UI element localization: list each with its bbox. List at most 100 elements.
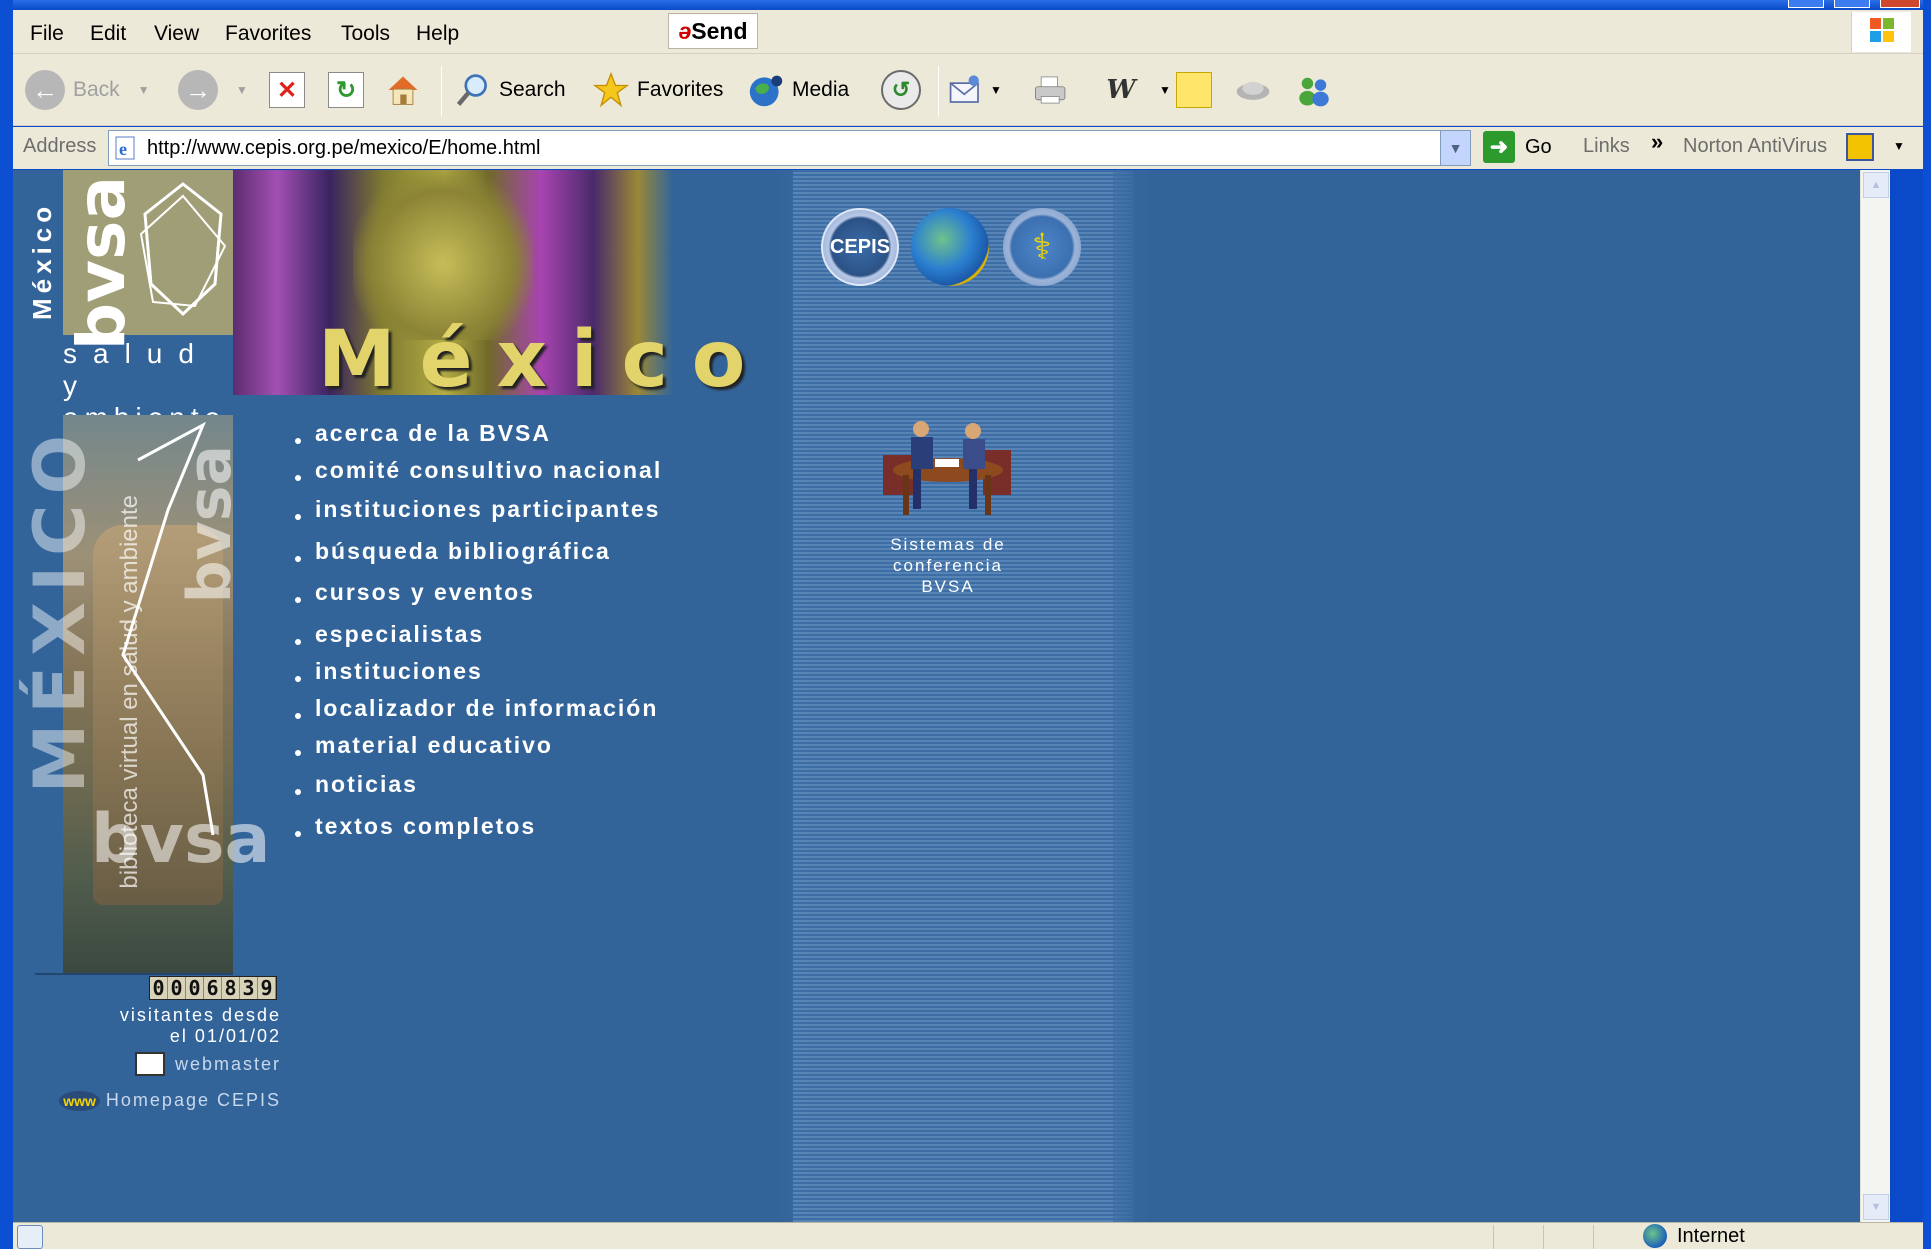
address-field[interactable]: e http://www.cepis.org.pe/mexico/E/home.…: [108, 130, 1471, 166]
nav-comite[interactable]: comité consultivo nacional: [295, 457, 662, 484]
history-button[interactable]: ↺: [881, 68, 921, 112]
nav-instituciones-participantes[interactable]: instituciones participantes: [295, 496, 660, 523]
decorative-stripe: [793, 170, 1133, 1222]
norton-antivirus-button[interactable]: Norton AntiVirus: [1683, 135, 1827, 158]
scroll-up-icon[interactable]: ▲: [1863, 172, 1889, 198]
nav-material[interactable]: material educativo: [295, 732, 553, 759]
conference-line1: Sistemas de: [890, 535, 1006, 554]
nav-noticias[interactable]: noticias: [295, 771, 418, 798]
menu-help[interactable]: Help: [416, 22, 459, 46]
bullet-icon: [295, 749, 301, 756]
menu-tools[interactable]: Tools: [341, 22, 390, 46]
conference-link[interactable]: Sistemas de conferencia BVSA: [868, 415, 1028, 597]
close-window-button[interactable]: [1880, 0, 1920, 8]
search-button[interactable]: Search: [455, 68, 566, 112]
nav-label[interactable]: especialistas: [315, 621, 484, 648]
svg-text:e: e: [119, 139, 127, 159]
toolbar-separator: [938, 66, 939, 116]
stripe-fade: [1113, 170, 1153, 1222]
nav-label[interactable]: acerca de la BVSA: [315, 420, 551, 447]
window-border-left: [0, 0, 13, 1249]
menu-favorites[interactable]: Favorites: [225, 22, 311, 46]
norton-dropdown-icon[interactable]: ▼: [1893, 139, 1905, 153]
banner-divider: [35, 973, 233, 975]
edit-dropdown-icon[interactable]: ▼: [1159, 83, 1171, 97]
go-button[interactable]: ➜ Go: [1483, 131, 1552, 163]
nav-label[interactable]: búsqueda bibliográfica: [315, 538, 611, 565]
minimize-button[interactable]: [1788, 0, 1824, 8]
nav-label[interactable]: localizador de información: [315, 695, 658, 722]
nav-label[interactable]: comité consultivo nacional: [315, 457, 662, 484]
send-button[interactable]: əSend: [668, 13, 758, 49]
bullet-icon: [295, 638, 301, 645]
address-url[interactable]: http://www.cepis.org.pe/mexico/E/home.ht…: [147, 137, 541, 160]
forward-button[interactable]: → ▼: [178, 68, 248, 112]
bullet-icon: [295, 437, 301, 444]
menu-file[interactable]: File: [30, 22, 64, 46]
cepis-seal-icon[interactable]: CEPIS: [821, 208, 899, 286]
scroll-down-icon[interactable]: ▼: [1863, 1194, 1889, 1220]
counter-digit: 0: [186, 977, 204, 999]
media-button[interactable]: Media: [748, 68, 849, 112]
home-button[interactable]: [385, 68, 421, 112]
messenger-button[interactable]: [1296, 68, 1332, 112]
nav-instituciones[interactable]: instituciones: [295, 658, 483, 685]
homepage-label[interactable]: Homepage CEPIS: [106, 1090, 281, 1111]
visitor-counter: 0006839: [149, 976, 277, 1000]
bullet-icon: [295, 596, 301, 603]
page-status-icon: [17, 1225, 43, 1249]
nav-label[interactable]: material educativo: [315, 732, 553, 759]
nav-cursos[interactable]: cursos y eventos: [295, 579, 535, 606]
address-dropdown-icon[interactable]: ▼: [1440, 131, 1470, 165]
tagline-line1: salud y: [63, 338, 210, 401]
search-label: Search: [499, 78, 566, 101]
back-button[interactable]: ← Back ▼: [25, 68, 150, 112]
links-button[interactable]: Links: [1583, 135, 1630, 158]
globe-seal-icon[interactable]: [911, 208, 989, 286]
favorites-button[interactable]: Favorites: [593, 68, 723, 112]
send-logo-icon: ə: [678, 18, 692, 44]
nav-label[interactable]: instituciones: [315, 658, 483, 685]
favorites-label: Favorites: [637, 78, 724, 101]
refresh-button[interactable]: ↻: [328, 68, 364, 112]
refresh-icon: ↻: [328, 72, 364, 108]
home-icon: [385, 72, 421, 108]
menu-edit[interactable]: Edit: [90, 22, 126, 46]
menu-view[interactable]: View: [154, 22, 199, 46]
stop-button[interactable]: ✕: [269, 68, 305, 112]
research-button[interactable]: [1235, 68, 1271, 112]
nav-label[interactable]: cursos y eventos: [315, 579, 535, 606]
nav-acerca[interactable]: acerca de la BVSA: [295, 420, 551, 447]
nav-label[interactable]: noticias: [315, 771, 418, 798]
nav-label[interactable]: instituciones participantes: [315, 496, 660, 523]
windows-logo-icon: [1851, 12, 1911, 52]
nav-textos[interactable]: textos completos: [295, 813, 536, 840]
nav-label[interactable]: textos completos: [315, 813, 536, 840]
who-seal-icon[interactable]: ⚕: [1003, 208, 1081, 286]
media-label: Media: [792, 78, 850, 101]
favorites-star-icon: [593, 71, 629, 108]
conference-label[interactable]: Sistemas de conferencia BVSA: [868, 534, 1028, 597]
forward-dropdown-icon[interactable]: ▼: [236, 83, 248, 97]
bullet-icon: [295, 555, 301, 562]
edit-word-button[interactable]: W ▼: [1103, 68, 1171, 112]
mail-button[interactable]: ▼: [948, 68, 1002, 112]
nav-busqueda[interactable]: búsqueda bibliográfica: [295, 538, 611, 565]
counter-digit: 9: [258, 977, 276, 999]
banner-title: México: [318, 315, 770, 405]
mail-dropdown-icon[interactable]: ▼: [990, 83, 1002, 97]
back-dropdown-icon[interactable]: ▼: [138, 83, 150, 97]
webmaster-link[interactable]: webmaster: [123, 1052, 281, 1076]
search-icon: [455, 72, 491, 108]
discuss-button[interactable]: [1176, 68, 1212, 112]
visitors-line2: el 01/01/02: [169, 1026, 281, 1046]
print-button[interactable]: [1033, 68, 1069, 112]
vertical-scrollbar[interactable]: ▲ ▼: [1860, 170, 1890, 1222]
norton-icon[interactable]: [1846, 133, 1874, 161]
nav-especialistas[interactable]: especialistas: [295, 621, 484, 648]
nav-localizador[interactable]: localizador de información: [295, 695, 658, 722]
links-chevron-icon[interactable]: »: [1651, 129, 1663, 155]
maximize-button[interactable]: [1834, 0, 1870, 8]
webmaster-label[interactable]: webmaster: [175, 1054, 281, 1075]
homepage-cepis-link[interactable]: www Homepage CEPIS: [43, 1090, 281, 1111]
